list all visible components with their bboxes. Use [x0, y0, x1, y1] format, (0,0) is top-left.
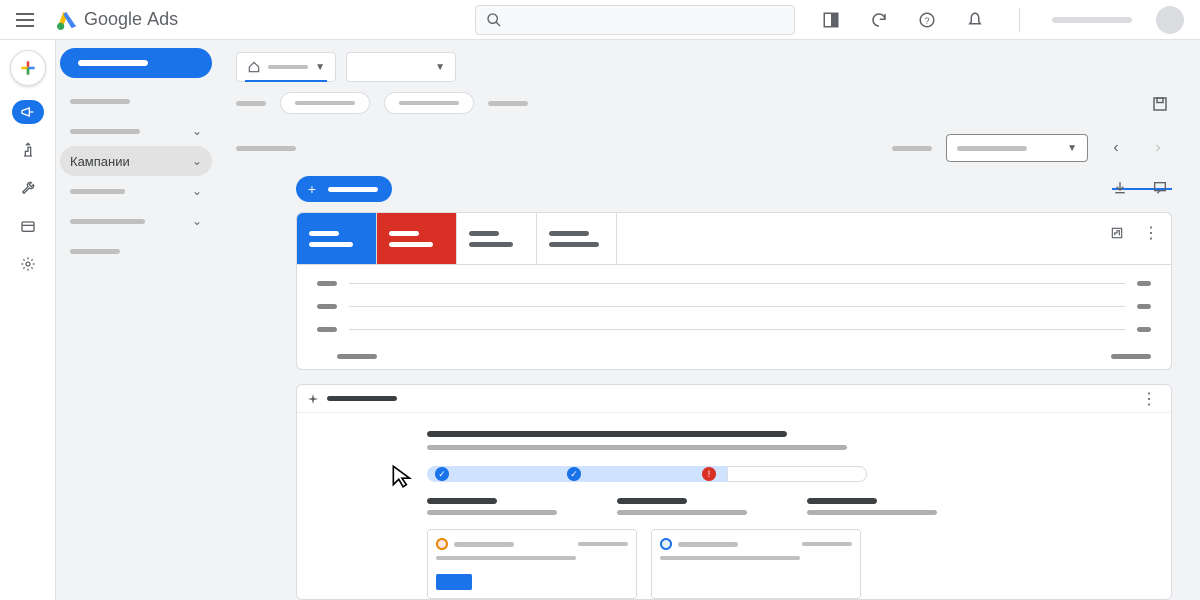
main: ▼ ▼ ▼ ‹ › +	[216, 40, 1200, 600]
sidenav-campaigns[interactable]: Кампании ⌄	[60, 146, 212, 176]
rail-billing-icon[interactable]	[12, 214, 44, 238]
account-scope-selector[interactable]: ▼	[236, 52, 336, 82]
help-icon[interactable]: ?	[915, 8, 939, 32]
progress-step-2-check-icon: ✓	[567, 467, 581, 481]
account-selector[interactable]	[1052, 17, 1132, 23]
hamburger-menu-icon[interactable]	[16, 8, 40, 32]
campaign-scope-selector[interactable]: ▼	[346, 52, 456, 82]
topbar-actions: ?	[819, 6, 1184, 34]
expand-chart-icon[interactable]	[1105, 221, 1129, 245]
sidenav-item-6[interactable]	[56, 236, 216, 266]
metric-tab-2[interactable]	[377, 213, 457, 265]
sidenav-campaigns-label: Кампании	[70, 154, 130, 169]
progress-step-3-warn-icon: !	[702, 467, 716, 481]
setup-guide-card: ⋮ ✓ ✓ !	[296, 384, 1172, 600]
rail-tools-icon[interactable]	[12, 176, 44, 200]
metric-tab-3[interactable]	[457, 213, 537, 265]
search-icon	[486, 12, 502, 28]
rail-goals-icon[interactable]	[12, 138, 44, 162]
page-sub-header: ▼ ‹ ›	[236, 134, 1172, 162]
logo[interactable]: Google Ads	[56, 9, 178, 30]
feedback-icon[interactable]	[1148, 176, 1172, 200]
scope-selectors: ▼ ▼	[236, 52, 1172, 82]
svg-text:?: ?	[924, 15, 929, 25]
setup-progress: ✓ ✓ !	[427, 466, 867, 482]
home-icon	[247, 60, 261, 74]
date-next-button[interactable]: ›	[1144, 134, 1172, 162]
recommendation-action-button[interactable]	[436, 574, 472, 590]
more-icon[interactable]: ⋮	[1139, 221, 1163, 245]
new-campaign-button[interactable]: +	[296, 176, 392, 202]
download-icon[interactable]	[1108, 176, 1132, 200]
rail-campaigns-icon[interactable]	[12, 100, 44, 124]
sidenav-overview[interactable]	[60, 48, 212, 78]
save-view-icon[interactable]	[1148, 92, 1172, 116]
sidenav-item-2[interactable]: ⌄	[56, 116, 216, 146]
chevron-down-icon: ⌄	[192, 124, 202, 138]
chevron-down-icon: ⌄	[192, 154, 202, 168]
chevron-down-icon: ⌄	[192, 214, 202, 228]
summary-scorecard: ⋮	[296, 212, 1172, 370]
create-button[interactable]	[10, 50, 46, 86]
avatar[interactable]	[1156, 6, 1184, 34]
sparkle-icon	[307, 393, 319, 405]
search-input[interactable]	[475, 5, 795, 35]
progress-step-1-check-icon: ✓	[435, 467, 449, 481]
divider	[1019, 8, 1020, 32]
refresh-icon[interactable]	[867, 8, 891, 32]
recommendation-card-2[interactable]	[651, 529, 861, 599]
sidenav-item-5[interactable]: ⌄	[56, 206, 216, 236]
brand-text: Google Ads	[84, 9, 178, 30]
metric-tab-1[interactable]	[297, 213, 377, 265]
notifications-icon[interactable]	[963, 8, 987, 32]
chart-area	[297, 265, 1171, 354]
view-tabs	[236, 92, 1172, 114]
metric-tab-4[interactable]	[537, 213, 617, 265]
topbar: Google Ads ?	[0, 0, 1200, 40]
card-more-icon[interactable]: ⋮	[1137, 387, 1161, 411]
chevron-down-icon: ⌄	[192, 184, 202, 198]
rail-admin-icon[interactable]	[12, 252, 44, 276]
filter-chip-1[interactable]	[280, 92, 370, 114]
sidenav-item-1[interactable]	[56, 86, 216, 116]
cursor-indicator-icon	[389, 463, 415, 489]
appearance-icon[interactable]	[819, 8, 843, 32]
recommendation-card-1[interactable]	[427, 529, 637, 599]
google-ads-logo-icon	[56, 10, 78, 30]
sidenav: ⌄ Кампании ⌄ ⌄ ⌄	[56, 40, 216, 266]
date-prev-button[interactable]: ‹	[1102, 134, 1130, 162]
sidenav-item-4[interactable]: ⌄	[56, 176, 216, 206]
filter-chip-2[interactable]	[384, 92, 474, 114]
left-rail	[0, 40, 56, 600]
date-range-selector[interactable]: ▼	[946, 134, 1088, 162]
